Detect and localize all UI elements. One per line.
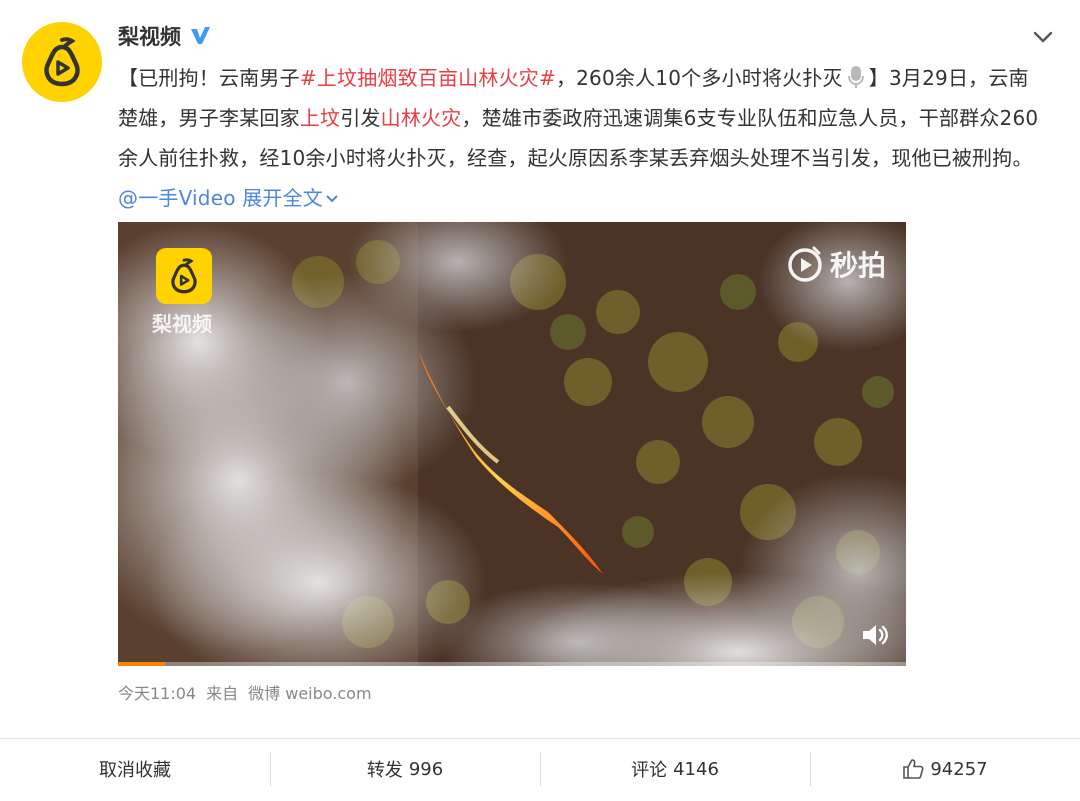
author-name-row: 梨视频 [118, 18, 211, 54]
pear-video-logo-icon [171, 258, 197, 294]
post-after-tag: ，260余人10个多小时将火扑灭 [555, 66, 843, 90]
comment-count: 4146 [673, 758, 719, 780]
comment-button[interactable]: 评论 4146 [540, 739, 810, 799]
hashtag-link[interactable]: #上坟抽烟致百亩山林火灾# [300, 66, 556, 90]
bracket-close: 】 [868, 66, 889, 90]
watermark-text: 梨视频 [152, 312, 212, 336]
post-meta: 今天11:04 来自 微博 weibo.com [118, 680, 372, 704]
like-thumb-icon [903, 759, 924, 779]
source-label: 来自 [206, 684, 239, 703]
post-content: 【已刑拘！云南男子#上坟抽烟致百亩山林火灾#，260余人10个多小时将火扑灭 】3… [118, 58, 1048, 218]
like-count: 94257 [930, 758, 988, 780]
miaopai-watermark: 秒拍 [786, 244, 886, 284]
post-time[interactable]: 今天11:04 [118, 680, 196, 704]
author-name[interactable]: 梨视频 [118, 21, 181, 51]
chevron-down-icon[interactable] [1030, 24, 1056, 50]
bracket-open: 【 [118, 66, 139, 90]
post-text-2: 引发 [340, 106, 381, 130]
repost-label: 转发 [366, 760, 403, 781]
like-button[interactable]: 94257 [810, 739, 1080, 799]
voice-icon [847, 66, 864, 88]
watermark-logo [156, 248, 212, 304]
volume-icon[interactable] [860, 622, 890, 648]
miaopai-text: 秒拍 [829, 249, 886, 282]
miaopai-logo-icon [788, 246, 822, 282]
video-frame-forest-fire [118, 222, 906, 666]
unfavorite-button[interactable]: 取消收藏 [0, 739, 270, 799]
video-progress-bar[interactable] [118, 662, 906, 666]
post-lead: 已刑拘！云南男子 [138, 66, 300, 90]
video-progress-fill [118, 662, 166, 666]
pear-video-logo-icon [44, 37, 80, 87]
unfavorite-label: 取消收藏 [99, 760, 171, 781]
highlight-keyword-2[interactable]: 山林火灾 [381, 106, 462, 130]
action-bar: 取消收藏 转发 996 评论 4146 94257 [0, 738, 1080, 799]
expand-chevron-icon [326, 195, 338, 203]
highlight-keyword-1[interactable]: 上坟 [300, 106, 340, 130]
repost-button[interactable]: 转发 996 [270, 739, 540, 799]
mention-link[interactable]: @一手Video [118, 186, 236, 210]
expand-full-text-link[interactable]: 展开全文 [242, 186, 339, 210]
comment-label: 评论 [631, 760, 668, 781]
repost-count: 996 [408, 758, 444, 780]
verified-v-icon [191, 27, 210, 44]
post-source[interactable]: 微博 weibo.com [248, 680, 371, 704]
video-player[interactable]: 梨视频 秒拍 [118, 222, 906, 666]
avatar[interactable] [22, 22, 102, 102]
